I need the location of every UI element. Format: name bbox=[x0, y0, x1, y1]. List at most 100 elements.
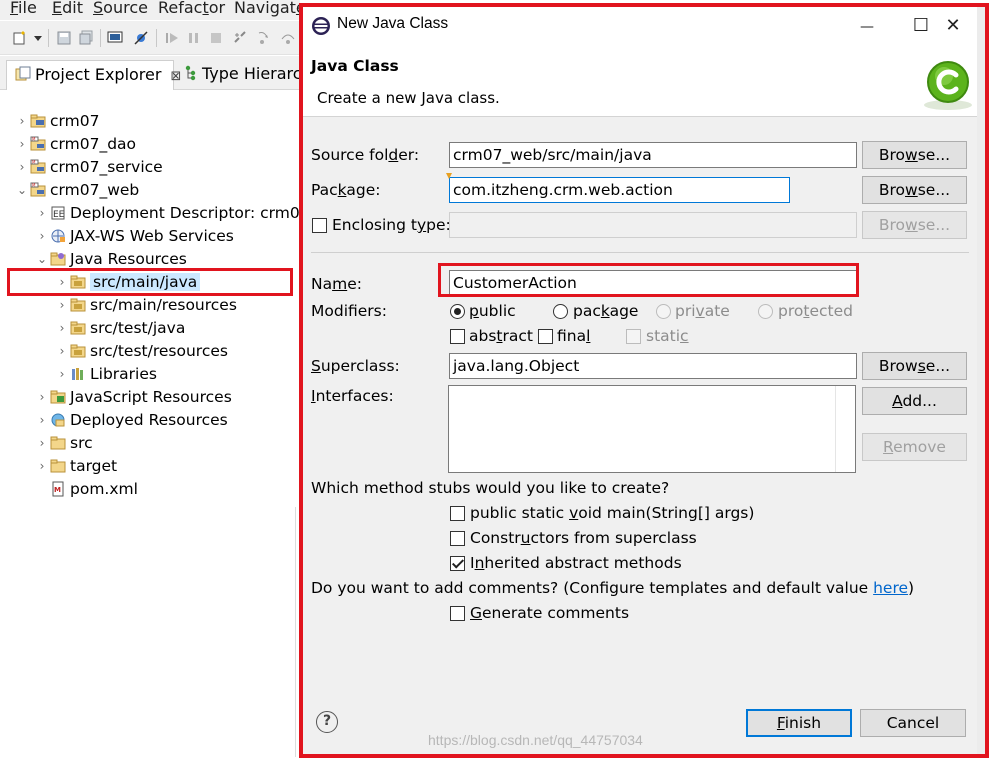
tree-item[interactable]: › Deployed Resources bbox=[34, 409, 228, 432]
menu-refactor[interactable]: Refactor bbox=[158, 0, 225, 17]
tree-item[interactable]: › Libraries bbox=[54, 363, 157, 386]
enclosing-type-label: Enclosing type: bbox=[332, 216, 451, 234]
cancel-button[interactable]: Cancel bbox=[860, 709, 966, 737]
menu-file[interactable]: File bbox=[10, 0, 37, 17]
tree-item[interactable]: › EE Deployment Descriptor: crm07 bbox=[34, 202, 310, 225]
tree-item[interactable]: › Mcrm07_service bbox=[14, 156, 163, 179]
source-folder-browse-button[interactable]: Browse... bbox=[862, 141, 967, 169]
tree-item[interactable]: ⌄ Java Resources bbox=[34, 248, 187, 271]
collapsed-arrow-icon[interactable]: › bbox=[14, 156, 30, 178]
enclosing-type-field[interactable] bbox=[449, 212, 857, 238]
finish-button[interactable]: Finish bbox=[746, 709, 852, 737]
main-method-label: public static void main(String[] args) bbox=[470, 504, 755, 522]
tree-item[interactable]: › src/test/resources bbox=[54, 340, 228, 363]
interfaces-list[interactable] bbox=[448, 385, 856, 473]
console-icon[interactable] bbox=[107, 30, 123, 46]
enclosing-type-browse-button[interactable]: Browse... bbox=[862, 211, 967, 239]
tree-item-label: Deployed Resources bbox=[70, 411, 228, 429]
tree-item[interactable]: › target bbox=[34, 455, 118, 478]
name-field[interactable]: CustomerAction bbox=[449, 270, 857, 296]
dialog-resize-strip bbox=[977, 7, 985, 754]
dialog-title: New Java Class bbox=[337, 15, 449, 32]
inherited-methods-checkbox[interactable] bbox=[450, 556, 465, 571]
configure-templates-link[interactable]: here bbox=[873, 579, 908, 597]
public-radio[interactable] bbox=[450, 304, 465, 319]
tree-item-label: src/test/java bbox=[90, 319, 186, 337]
close-button[interactable]: ✕ bbox=[921, 7, 985, 45]
tree-item-label: src/main/java bbox=[90, 273, 201, 291]
name-label: Name: bbox=[311, 275, 362, 293]
menu-edit[interactable]: Edit bbox=[52, 0, 83, 17]
xml-file-icon: M bbox=[52, 481, 64, 497]
collapsed-arrow-icon[interactable]: › bbox=[34, 225, 50, 247]
collapsed-arrow-icon[interactable]: › bbox=[54, 340, 70, 362]
tree-item[interactable]: › src/main/java bbox=[54, 271, 201, 294]
disconnect-icon[interactable] bbox=[232, 30, 248, 46]
new-wizard-icon[interactable] bbox=[12, 30, 28, 46]
tree-item[interactable]: ⌄ Mcrm07_web bbox=[14, 179, 139, 202]
tree-item[interactable]: Mpom.xml bbox=[34, 478, 138, 501]
static-label: static bbox=[646, 327, 689, 345]
collapsed-arrow-icon[interactable]: › bbox=[54, 294, 70, 316]
package-field[interactable]: com.itzheng.crm.web.action bbox=[449, 177, 790, 203]
tree-item-label: src/main/resources bbox=[90, 296, 237, 314]
collapsed-arrow-icon[interactable]: › bbox=[54, 363, 70, 385]
collapsed-arrow-icon[interactable]: › bbox=[34, 409, 50, 431]
dropdown-arrow-icon[interactable] bbox=[32, 30, 44, 46]
add-interface-button[interactable]: Add... bbox=[862, 387, 967, 415]
package-browse-button[interactable]: Browse... bbox=[862, 176, 967, 204]
main-method-checkbox[interactable] bbox=[450, 506, 465, 521]
help-icon[interactable]: ? bbox=[316, 711, 338, 733]
terminate-icon[interactable] bbox=[208, 30, 224, 46]
menu-source[interactable]: Source bbox=[93, 0, 148, 17]
superclass-field[interactable]: java.lang.Object bbox=[449, 353, 857, 379]
folder-icon bbox=[50, 459, 66, 473]
expanded-arrow-icon[interactable]: ⌄ bbox=[14, 179, 30, 201]
abstract-checkbox[interactable] bbox=[450, 329, 465, 344]
collapsed-arrow-icon[interactable]: › bbox=[14, 133, 30, 155]
source-folder-field[interactable]: crm07_web/src/main/java bbox=[449, 142, 857, 168]
suspend-icon[interactable] bbox=[186, 30, 202, 46]
comments-question: Do you want to add comments? (Configure … bbox=[311, 579, 915, 597]
save-icon[interactable] bbox=[56, 30, 72, 46]
expanded-arrow-icon[interactable]: ⌄ bbox=[34, 248, 50, 270]
tree-item[interactable]: › src bbox=[34, 432, 93, 455]
step-over-icon[interactable] bbox=[280, 30, 296, 46]
tree-item[interactable]: › src/main/resources bbox=[54, 294, 237, 317]
collapsed-arrow-icon[interactable]: › bbox=[34, 432, 50, 454]
tree-item[interactable]: › JAX-WS Web Services bbox=[34, 225, 234, 248]
private-radio[interactable] bbox=[656, 304, 671, 319]
skip-breakpoints-icon[interactable] bbox=[133, 30, 149, 46]
collapsed-arrow-icon[interactable]: › bbox=[34, 202, 50, 224]
collapsed-arrow-icon[interactable]: › bbox=[34, 386, 50, 408]
final-label: final bbox=[557, 327, 591, 345]
tab-type-hierarchy[interactable]: Type Hierarch bbox=[176, 60, 318, 90]
tab-type-hierarchy-label: Type Hierarch bbox=[202, 64, 312, 83]
generate-comments-checkbox[interactable] bbox=[450, 606, 465, 621]
tab-project-explorer[interactable]: Project Explorer ⊠ bbox=[6, 60, 181, 90]
interfaces-scrollbar[interactable] bbox=[835, 386, 855, 472]
step-into-icon[interactable] bbox=[256, 30, 272, 46]
tree-item[interactable]: › JavaScript Resources bbox=[34, 386, 232, 409]
resume-icon[interactable] bbox=[164, 30, 180, 46]
minimize-button[interactable]: — bbox=[838, 7, 896, 45]
tab-project-explorer-label: Project Explorer bbox=[35, 65, 162, 84]
collapsed-arrow-icon[interactable]: › bbox=[54, 271, 70, 293]
superclass-browse-button[interactable]: Browse... bbox=[862, 352, 967, 380]
menu-navigate[interactable]: Navigate bbox=[234, 0, 306, 17]
collapsed-arrow-icon[interactable]: › bbox=[34, 455, 50, 477]
protected-radio[interactable] bbox=[758, 304, 773, 319]
save-all-icon[interactable] bbox=[78, 30, 94, 46]
enclosing-type-checkbox[interactable] bbox=[312, 218, 327, 233]
tree-item[interactable]: › src/test/java bbox=[54, 317, 186, 340]
tree-item[interactable]: › crm07 bbox=[14, 110, 100, 133]
constructors-checkbox[interactable] bbox=[450, 531, 465, 546]
tree-item[interactable]: › Mcrm07_dao bbox=[14, 133, 136, 156]
final-checkbox[interactable] bbox=[538, 329, 553, 344]
collapsed-arrow-icon[interactable]: › bbox=[54, 317, 70, 339]
package-radio[interactable] bbox=[553, 304, 568, 319]
remove-interface-button[interactable]: Remove bbox=[862, 433, 967, 461]
static-checkbox[interactable] bbox=[626, 329, 641, 344]
tree-item-label: JavaScript Resources bbox=[70, 388, 232, 406]
collapsed-arrow-icon[interactable]: › bbox=[14, 110, 30, 132]
